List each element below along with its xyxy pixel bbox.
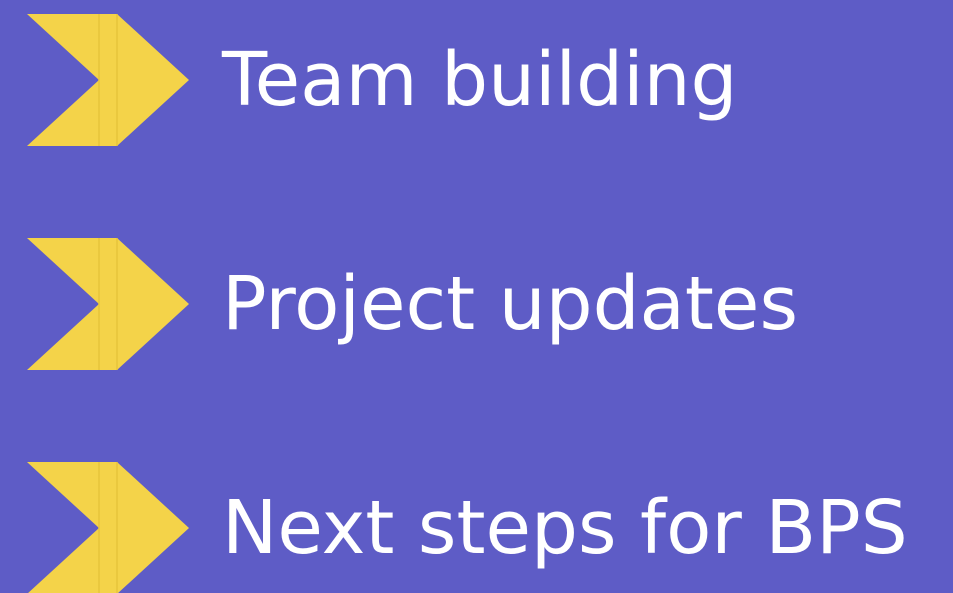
agenda-item-next-steps: Next steps for BPS: [0, 462, 953, 593]
chevron-right-icon: [27, 462, 189, 593]
agenda-item-team-building: Team building: [0, 14, 953, 146]
chevron-right-icon: [27, 238, 189, 370]
agenda-item-label: Next steps for BPS: [222, 485, 908, 571]
agenda-item-project-updates: Project updates: [0, 238, 953, 370]
agenda-item-label: Project updates: [222, 261, 798, 347]
chevron-right-icon: [27, 14, 189, 146]
agenda-item-label: Team building: [222, 37, 738, 123]
